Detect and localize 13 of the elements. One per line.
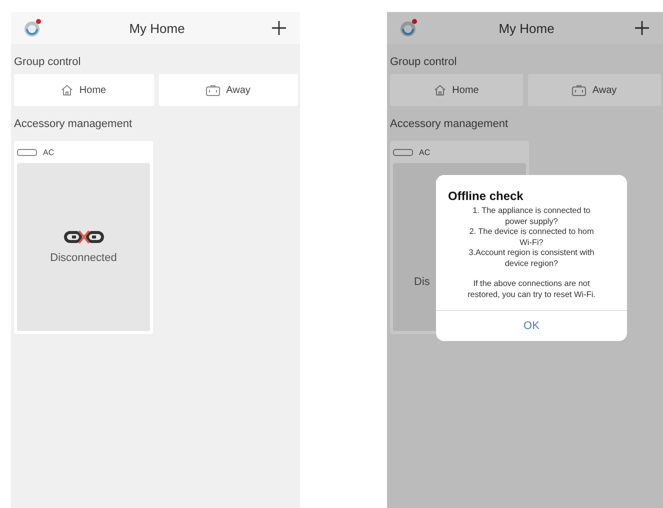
section-label: Group control [13,55,82,70]
status-text: Disconnected [50,252,117,264]
screen-title: My Home [498,20,554,36]
dialog-message: If the above connections are not restored, you can try to reset Wi-Fi. [466,279,596,301]
section-label: Group control [389,55,458,70]
screen-title: My Home [129,20,185,36]
status-text: Dis [414,276,430,288]
dialog-message: 1. The appliance is connected to power supply? 2. The device is connected to hom Wi-Fi? 3.Account region is consistent with device region? [468,206,596,270]
section-label: Accessory management [13,117,133,132]
dialog-title: Offline check [447,188,524,205]
section-label: Accessory management [389,117,509,132]
device-name: AC [419,148,430,156]
device-name: AC [43,148,54,156]
